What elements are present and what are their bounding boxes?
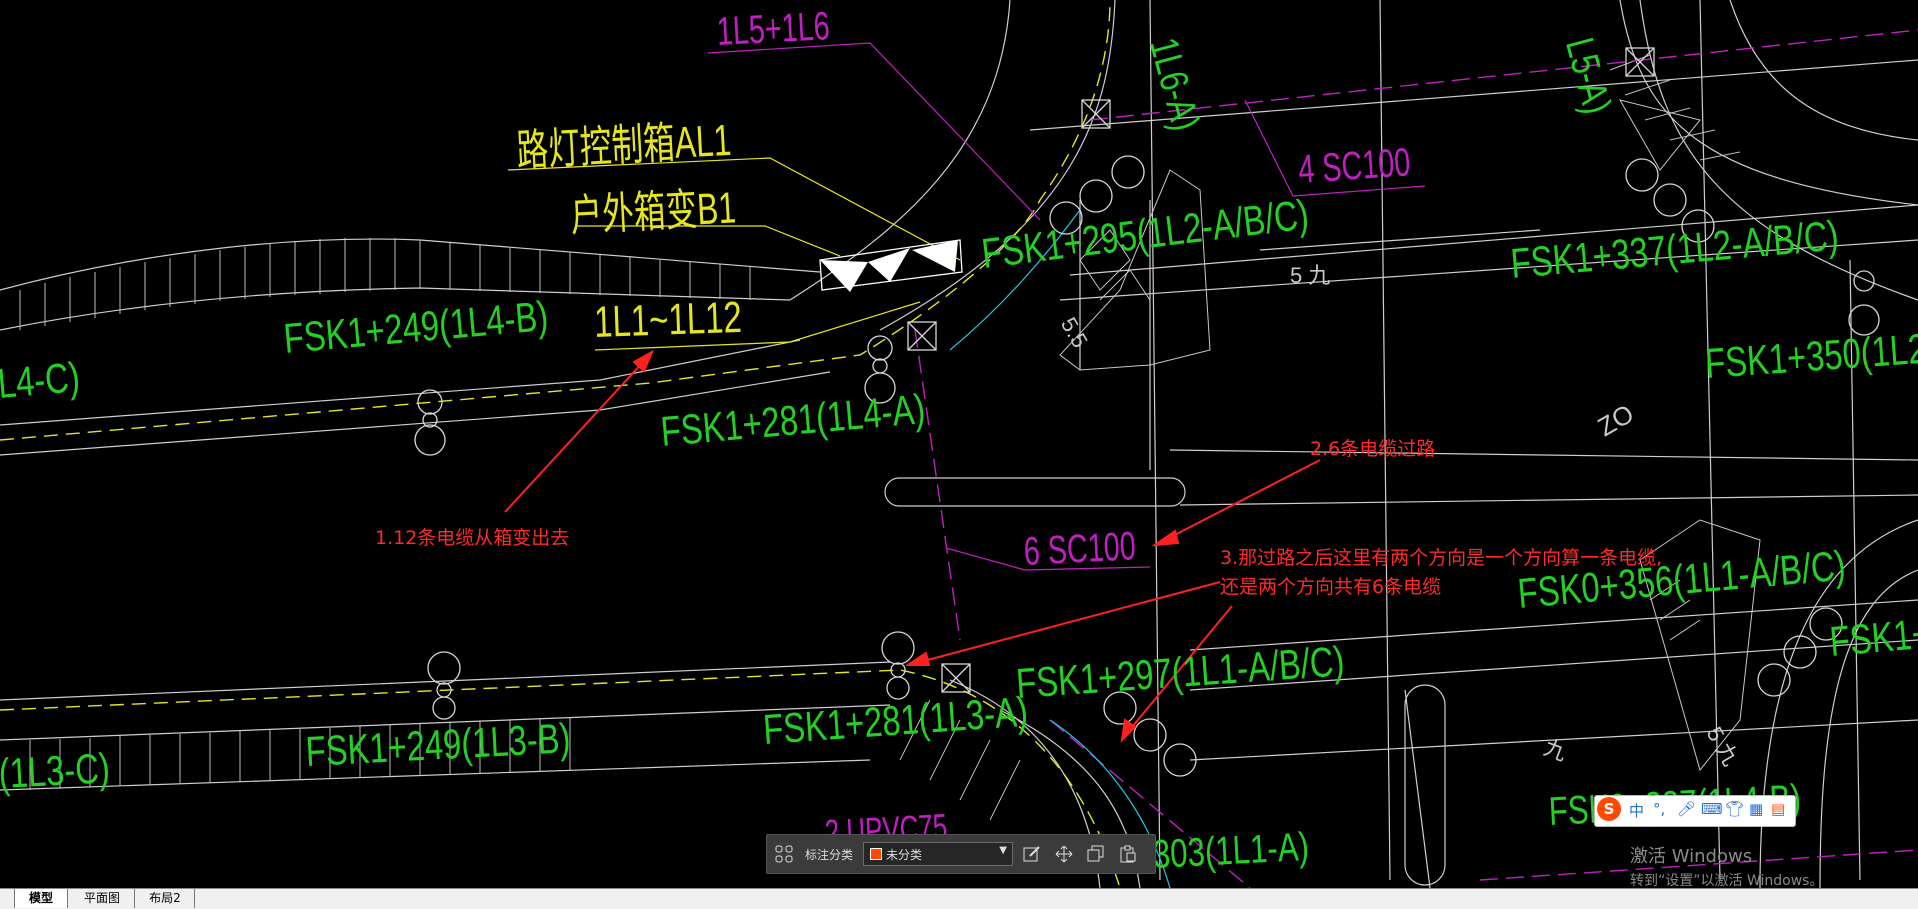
road-curbs bbox=[0, 0, 1918, 889]
transformer-symbol bbox=[819, 239, 963, 292]
tab-floor-plan[interactable]: 平面图 bbox=[70, 889, 135, 908]
chevron-down-icon: ▼ bbox=[999, 845, 1007, 856]
cable-routes bbox=[0, 0, 1918, 889]
annotation-3-line1: 3.那过路之后这里有两个方向是一个方向算一条电缆, bbox=[1220, 547, 1663, 569]
category-dropdown[interactable]: 未分类 ▼ bbox=[863, 842, 1013, 866]
cad-linework bbox=[0, 0, 1918, 889]
annotation-toolbar: 标注分类 未分类 ▼ bbox=[766, 834, 1156, 874]
annotation-1: 1.12条电缆从箱变出去 bbox=[375, 527, 570, 549]
annotation-2: 2.6条电缆过路 bbox=[1310, 438, 1436, 460]
cad-label-yellow: 1L1~1L12 bbox=[593, 292, 743, 348]
skin-icon[interactable]: 👕︎ bbox=[1725, 800, 1744, 818]
watermark-subtitle: 转到“设置”以激活 Windows。 bbox=[1630, 873, 1824, 889]
category-value: 未分类 bbox=[886, 848, 923, 862]
sogou-logo-icon[interactable]: S bbox=[1597, 797, 1621, 821]
cad-label-yellow: 户外箱变B1 bbox=[569, 183, 738, 242]
layout-tabs: 模型 平面图 布局2 bbox=[0, 888, 1918, 909]
paste-icon[interactable] bbox=[1119, 845, 1137, 863]
input-mode[interactable]: 中 bbox=[1629, 800, 1644, 821]
cad-label-green: L4-C) bbox=[0, 353, 82, 408]
apps-icon[interactable]: ▦ bbox=[1749, 800, 1763, 818]
copy-icon[interactable] bbox=[1087, 845, 1105, 863]
tools-icon[interactable]: ▤ bbox=[1771, 800, 1785, 818]
edit-icon[interactable] bbox=[1023, 845, 1041, 863]
watermark-title: 激活 Windows bbox=[1630, 846, 1753, 867]
cad-label-yellow: 路灯控制箱AL1 bbox=[515, 115, 733, 177]
cad-label-magenta: 1L5+1L6 bbox=[715, 4, 831, 55]
punctuation-icon[interactable]: °, bbox=[1653, 800, 1665, 818]
tab-model[interactable]: 模型 bbox=[14, 889, 68, 908]
grid-category-icon[interactable] bbox=[775, 845, 793, 863]
move-icon[interactable] bbox=[1055, 845, 1073, 863]
windows-activation-watermark: 激活 Windows 转到“设置”以激活 Windows。 bbox=[1630, 842, 1823, 890]
cad-label-magenta: 6 SC100 bbox=[1022, 524, 1137, 575]
classify-label: 标注分类 bbox=[805, 848, 854, 862]
cad-misc-text: 5 九 bbox=[1290, 263, 1331, 288]
microphone-icon[interactable]: 🎤︎ bbox=[1677, 800, 1696, 818]
tab-layout2[interactable]: 布局2 bbox=[136, 889, 195, 908]
cad-label-green: (1L3-C) bbox=[0, 744, 111, 798]
category-color-swatch bbox=[870, 848, 882, 860]
annotation-3-line2: 还是两个方向共有6条电缆 bbox=[1220, 576, 1442, 598]
cad-drawing-canvas[interactable]: FSK1+295(1L2-A/B/C) FSK1+337(1L2-A/B/C) … bbox=[0, 0, 1918, 889]
cad-label-green: FSK1+ bbox=[1827, 609, 1918, 666]
keyboard-icon[interactable]: ⌨︎ bbox=[1701, 800, 1723, 818]
ime-toolbar[interactable]: S 中 °, 🎤︎ ⌨︎ 👕︎ ▦ ▤ bbox=[1594, 795, 1796, 827]
cad-label-magenta: 4 SC100 bbox=[1296, 140, 1412, 193]
